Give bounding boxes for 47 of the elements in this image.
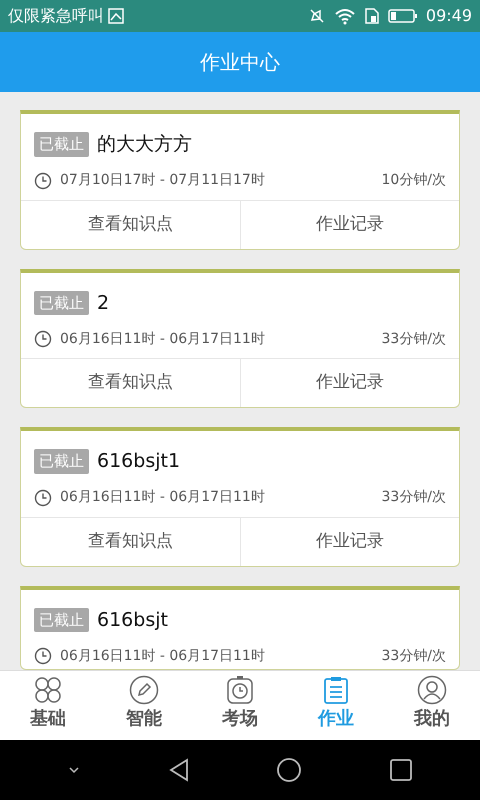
sim-icon bbox=[364, 7, 380, 25]
assignment-title: 的大大方方 bbox=[97, 132, 192, 157]
clock-icon bbox=[34, 172, 52, 190]
clock-time: 09:49 bbox=[426, 5, 472, 27]
duration-text: 33分钟/次 bbox=[381, 488, 446, 507]
view-knowledge-button[interactable]: 查看知识点 bbox=[21, 200, 240, 248]
time-range: 07月10日17时 - 07月11日17时 bbox=[60, 171, 265, 190]
carrier-text: 仅限紧急呼叫 bbox=[8, 5, 104, 27]
profile-icon bbox=[417, 675, 447, 705]
image-icon bbox=[108, 8, 124, 24]
status-tag: 已截止 bbox=[34, 290, 89, 315]
record-button[interactable]: 作业记录 bbox=[240, 518, 459, 566]
clipboard-icon bbox=[321, 675, 351, 705]
pencil-icon bbox=[129, 675, 159, 705]
assignment-title: 2 bbox=[97, 290, 110, 316]
tab-item[interactable]: 智能 bbox=[96, 671, 192, 740]
chevron-down-icon[interactable] bbox=[67, 765, 82, 775]
page-title: 作业中心 bbox=[200, 49, 280, 76]
tab-item[interactable]: 考场 bbox=[192, 671, 288, 740]
duration-text: 33分钟/次 bbox=[381, 646, 446, 666]
mute-icon bbox=[308, 7, 326, 25]
battery-icon bbox=[388, 8, 418, 24]
view-knowledge-button[interactable]: 查看知识点 bbox=[21, 518, 240, 566]
status-tag: 已截止 bbox=[34, 449, 89, 474]
status-tag: 已截止 bbox=[34, 608, 89, 632]
record-button[interactable]: 作业记录 bbox=[240, 200, 459, 248]
clock-icon bbox=[34, 488, 52, 506]
timer-icon bbox=[225, 675, 255, 705]
time-range: 06月16日11时 - 06月17日11时 bbox=[60, 646, 265, 666]
grid-icon bbox=[33, 675, 63, 705]
wifi-icon bbox=[334, 7, 356, 25]
tab-item[interactable]: 我的 bbox=[384, 671, 480, 740]
assignment-title: 616bsjt bbox=[97, 608, 168, 632]
duration-text: 10分钟/次 bbox=[381, 171, 446, 190]
duration-text: 33分钟/次 bbox=[381, 330, 446, 348]
status-tag: 已截止 bbox=[34, 132, 89, 156]
back-icon[interactable] bbox=[168, 758, 190, 782]
time-range: 06月16日11时 - 06月17日11时 bbox=[60, 330, 265, 348]
recents-icon[interactable] bbox=[388, 758, 413, 782]
tab-item[interactable]: 基础 bbox=[0, 671, 96, 740]
assignment-title: 616bsjt1 bbox=[97, 449, 180, 474]
view-knowledge-button[interactable]: 查看知识点 bbox=[21, 359, 240, 407]
home-icon[interactable] bbox=[276, 757, 302, 783]
record-button[interactable]: 作业记录 bbox=[240, 359, 459, 407]
clock-icon bbox=[34, 330, 52, 348]
clock-icon bbox=[34, 647, 52, 665]
time-range: 06月16日11时 - 06月17日11时 bbox=[60, 488, 265, 507]
